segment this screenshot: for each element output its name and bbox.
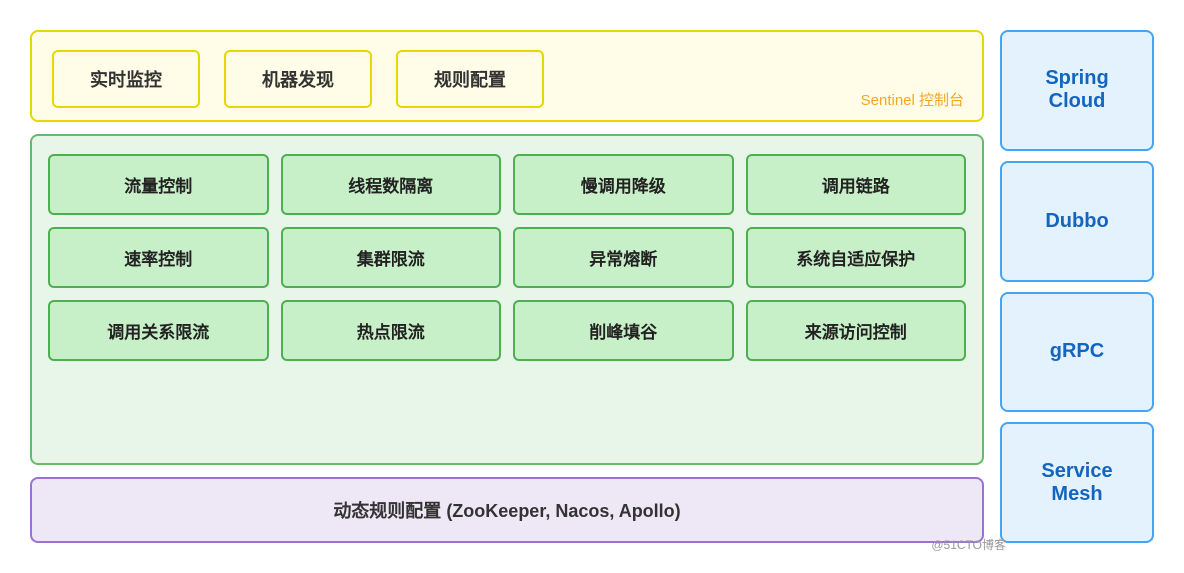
diagram-wrapper: 实时监控 机器发现 规则配置 Sentinel 控制台 流量控制 线程数隔离 慢… [10, 10, 1174, 563]
feature-circuit-break: 异常熔断 [513, 227, 734, 288]
feature-thread-isolation: 线程数隔离 [281, 154, 502, 215]
features-row-3: 调用关系限流 热点限流 削峰填谷 来源访问控制 [48, 300, 966, 361]
sidebar-dubbo: Dubbo [1000, 161, 1154, 282]
feature-source-access: 来源访问控制 [746, 300, 967, 361]
feature-call-chain: 调用链路 [746, 154, 967, 215]
feature-peak-shaving: 削峰填谷 [513, 300, 734, 361]
right-sidebar: Spring Cloud Dubbo gRPC Service Mesh [1000, 30, 1154, 543]
feature-rate-control: 速率控制 [48, 227, 269, 288]
sentinel-box-monitor: 实时监控 [52, 50, 200, 108]
main-area: 实时监控 机器发现 规则配置 Sentinel 控制台 流量控制 线程数隔离 慢… [30, 30, 984, 543]
sidebar-grpc: gRPC [1000, 292, 1154, 413]
feature-hotspot-limit: 热点限流 [281, 300, 502, 361]
sidebar-spring-cloud: Spring Cloud [1000, 30, 1154, 151]
sentinel-box-config: 规则配置 [396, 50, 544, 108]
feature-adaptive-protect: 系统自适应保护 [746, 227, 967, 288]
sentinel-section: 实时监控 机器发现 规则配置 Sentinel 控制台 [30, 30, 984, 122]
sentinel-boxes: 实时监控 机器发现 规则配置 [52, 50, 962, 108]
feature-slow-degrade: 慢调用降级 [513, 154, 734, 215]
feature-cluster-limit: 集群限流 [281, 227, 502, 288]
dynamic-section: 动态规则配置 (ZooKeeper, Nacos, Apollo) [30, 477, 984, 543]
feature-flow-control: 流量控制 [48, 154, 269, 215]
features-row-1: 流量控制 线程数隔离 慢调用降级 调用链路 [48, 154, 966, 215]
feature-relation-limit: 调用关系限流 [48, 300, 269, 361]
sidebar-service-mesh: Service Mesh [1000, 422, 1154, 543]
sentinel-box-discovery: 机器发现 [224, 50, 372, 108]
features-row-2: 速率控制 集群限流 异常熔断 系统自适应保护 [48, 227, 966, 288]
features-section: 流量控制 线程数隔离 慢调用降级 调用链路 速率控制 集群限流 异常熔断 系统自… [30, 134, 984, 465]
sentinel-label: Sentinel 控制台 [861, 89, 964, 110]
watermark: @51CTO博客 [931, 536, 1006, 553]
